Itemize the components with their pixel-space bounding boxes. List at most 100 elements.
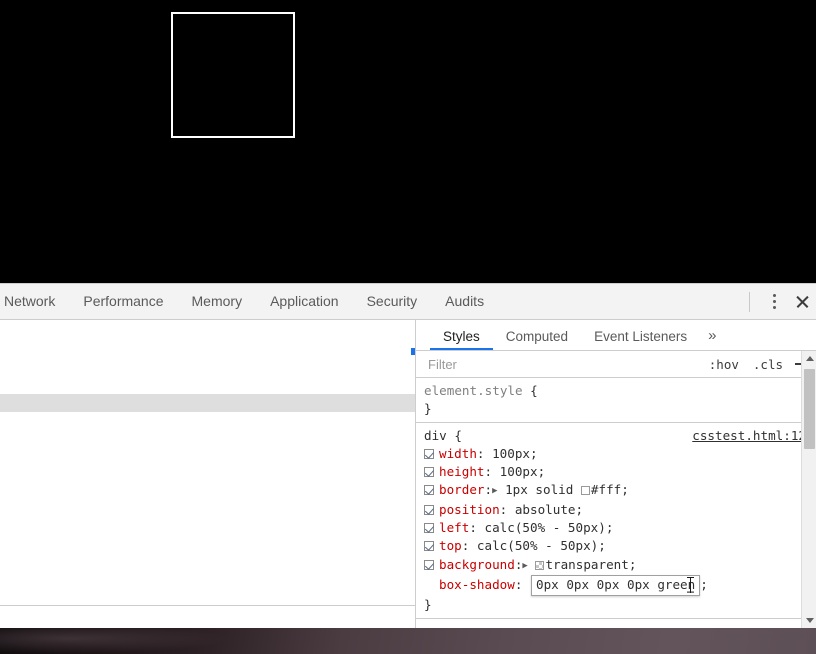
styles-sidebar-tabbar: Styles Computed Event Listeners » — [416, 320, 816, 351]
colon: : — [469, 520, 485, 536]
declaration-checkbox[interactable] — [424, 485, 434, 496]
tab-computed[interactable]: Computed — [493, 329, 581, 350]
declaration-height[interactable]: height: 100px; — [422, 463, 816, 481]
hov-toggle-button[interactable]: :hov — [702, 357, 746, 372]
test-div-element[interactable] — [171, 12, 295, 138]
rule-selector-line: element.style { — [422, 382, 816, 400]
colon: : — [514, 556, 523, 572]
declaration-checkbox[interactable] — [424, 580, 434, 590]
scrollbar-thumb[interactable] — [804, 369, 815, 449]
rule-div[interactable]: div { csstest.html:12 width: 100px; heig… — [416, 423, 816, 619]
screen: Network Performance Memory Application S… — [0, 0, 816, 654]
elements-pane[interactable] — [0, 320, 416, 628]
tab-styles[interactable]: Styles — [430, 329, 493, 350]
tab-security[interactable]: Security — [353, 284, 432, 319]
property-value[interactable]: calc(50% - 50px) — [477, 538, 598, 553]
declaration-border[interactable]: border:▶ 1px solid #fff; — [422, 481, 816, 500]
declaration-position[interactable]: position: absolute; — [422, 501, 816, 519]
colon: : — [476, 445, 493, 461]
property-value[interactable]: calc(50% - 50px) — [485, 520, 606, 535]
more-tabs-icon[interactable]: » — [700, 327, 729, 350]
declaration-box-shadow[interactable]: box-shadow: 0px 0px 0px 0px green; — [422, 574, 816, 597]
styles-filter-input[interactable] — [416, 351, 702, 377]
property-name[interactable]: width — [439, 446, 477, 461]
styles-scrollbar[interactable] — [801, 351, 816, 628]
property-value[interactable]: absolute — [515, 502, 576, 517]
semicolon: ; — [530, 445, 538, 461]
kebab-menu-button[interactable] — [760, 288, 788, 316]
scroll-up-button[interactable] — [802, 351, 816, 366]
colon: : — [514, 576, 530, 592]
declaration-checkbox[interactable] — [424, 467, 434, 478]
chevron-up-icon — [805, 356, 814, 361]
scroll-down-button[interactable] — [802, 613, 816, 628]
open-brace: { — [454, 427, 462, 443]
property-value-editor[interactable]: 0px 0px 0px 0px green — [531, 574, 701, 597]
declaration-checkbox[interactable] — [424, 541, 434, 552]
tabbar-divider — [749, 291, 750, 312]
property-value-color[interactable]: #fff — [591, 482, 621, 497]
tab-application[interactable]: Application — [256, 284, 353, 319]
colon: : — [484, 464, 500, 480]
pane-edge-marker — [411, 348, 415, 355]
semicolon: ; — [621, 482, 629, 498]
transparent-swatch-icon[interactable] — [535, 560, 545, 570]
styles-sidebar: Styles Computed Event Listeners » :hov .… — [416, 320, 816, 628]
property-value[interactable]: 100px — [500, 464, 538, 479]
declaration-checkbox[interactable] — [424, 523, 434, 534]
selector-element-style[interactable]: element.style — [424, 383, 523, 398]
desktop-wallpaper — [0, 628, 816, 654]
dom-selected-row[interactable] — [0, 394, 415, 412]
rule-element-style[interactable]: element.style { } — [416, 378, 816, 423]
semicolon: ; — [628, 556, 637, 572]
tab-audits[interactable]: Audits — [431, 284, 498, 319]
semicolon: ; — [537, 464, 546, 480]
close-icon — [795, 294, 810, 309]
property-name[interactable]: height — [439, 464, 485, 479]
declaration-left[interactable]: left: calc(50% - 50px); — [422, 519, 816, 537]
tab-network[interactable]: Network — [0, 284, 69, 319]
property-name[interactable]: box-shadow — [439, 577, 515, 592]
tab-performance[interactable]: Performance — [69, 284, 177, 319]
semicolon: ; — [598, 538, 606, 554]
declaration-checkbox[interactable] — [424, 559, 434, 570]
property-value[interactable]: 100px — [492, 446, 530, 461]
semicolon: ; — [575, 501, 584, 517]
close-devtools-button[interactable] — [788, 288, 816, 316]
devtools-window: Network Performance Memory Application S… — [0, 283, 816, 629]
styles-filter-row: :hov .cls — [416, 351, 816, 378]
next-rule-partial[interactable] — [416, 619, 816, 625]
selector-div[interactable]: div — [424, 428, 447, 443]
tab-memory[interactable]: Memory — [178, 284, 257, 319]
property-value-prefix[interactable]: 1px solid — [498, 482, 581, 497]
property-value[interactable]: transparent — [545, 557, 628, 572]
colon: : — [484, 482, 493, 498]
css-rules-list: element.style { } div { csstest.html:12 … — [416, 378, 816, 625]
wallpaper-highlight — [0, 628, 230, 654]
colon: : — [461, 538, 477, 554]
page-viewport — [0, 0, 816, 283]
declaration-top[interactable]: top: calc(50% - 50px); — [422, 537, 816, 555]
property-name[interactable]: border — [439, 482, 485, 497]
property-name[interactable]: position — [439, 502, 500, 517]
editing-value-text[interactable]: 0px 0px 0px 0px green — [536, 577, 695, 592]
declaration-background[interactable]: background:▶ transparent; — [422, 556, 816, 575]
color-swatch-icon[interactable] — [580, 486, 590, 496]
cls-toggle-button[interactable]: .cls — [746, 357, 790, 372]
declaration-checkbox[interactable] — [424, 504, 434, 515]
property-name[interactable]: background — [439, 557, 515, 572]
stylesheet-source-link[interactable]: csstest.html:12 — [692, 427, 806, 445]
declaration-checkbox[interactable] — [424, 448, 434, 459]
property-name[interactable]: left — [439, 520, 469, 535]
property-name[interactable]: top — [439, 538, 462, 553]
devtools-tabbar: Network Performance Memory Application S… — [0, 284, 816, 320]
semicolon: ; — [700, 576, 708, 592]
elements-pane-divider — [0, 605, 415, 606]
tab-event-listeners[interactable]: Event Listeners — [581, 329, 700, 350]
kebab-menu-icon — [772, 293, 776, 311]
close-brace: } — [424, 597, 432, 613]
declaration-width[interactable]: width: 100px; — [422, 445, 816, 463]
devtools-body: Styles Computed Event Listeners » :hov .… — [0, 320, 816, 628]
chevron-down-icon — [805, 618, 814, 623]
